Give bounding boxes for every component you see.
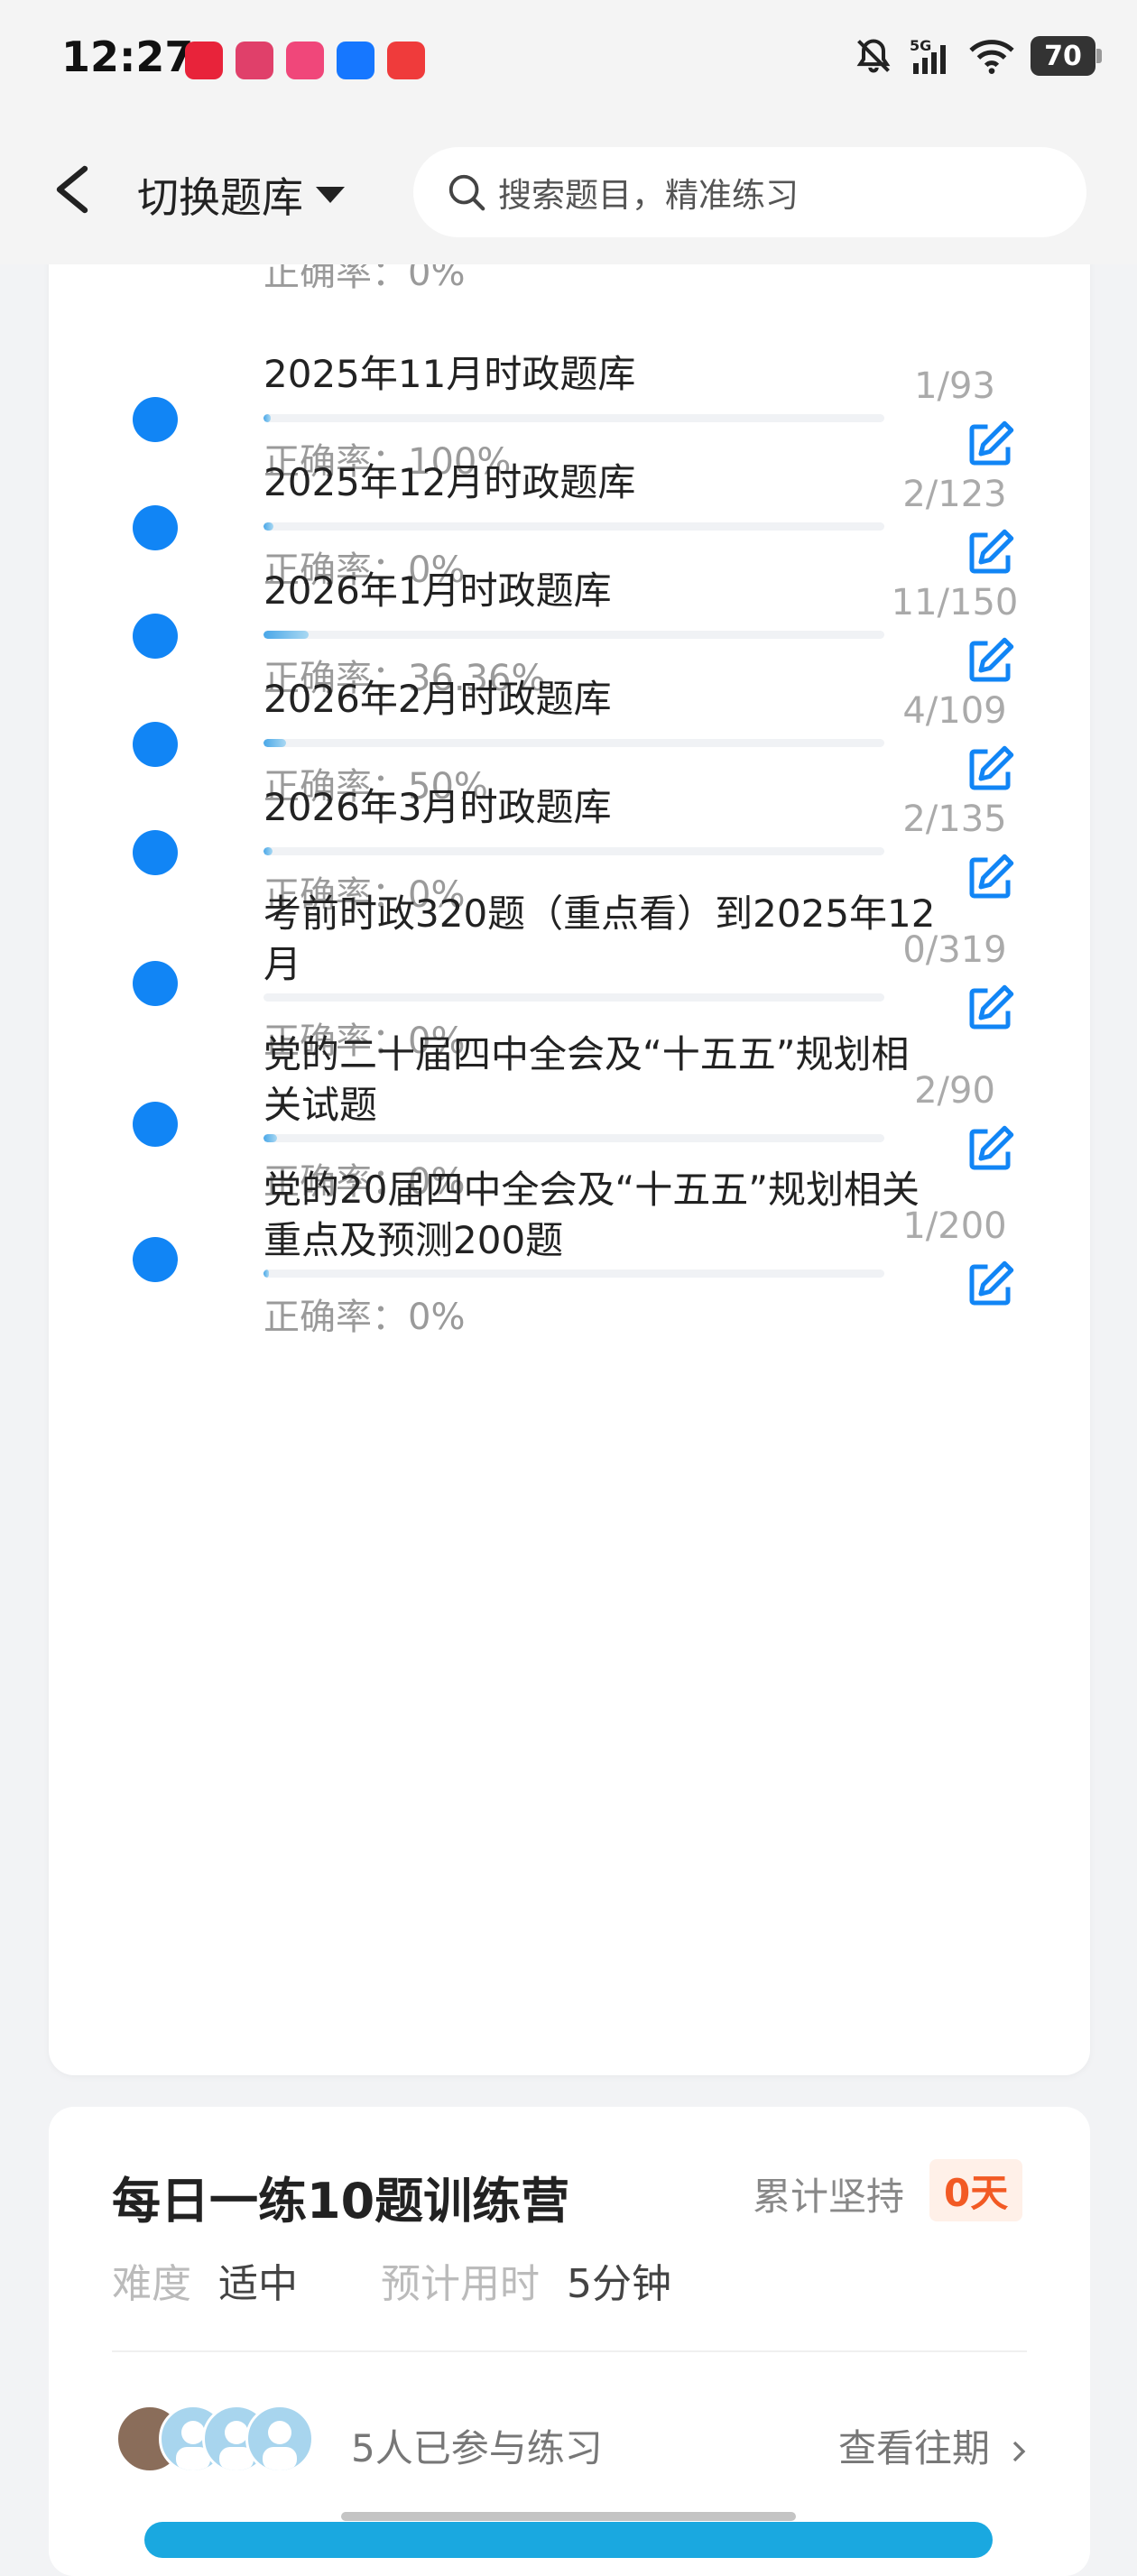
app-notification-icon (236, 42, 273, 79)
participants-count: 5人已参与练习 (351, 2426, 603, 2470)
top-bar: 切换题库 搜索题目，精准练习 (0, 122, 1137, 264)
progress-track (263, 993, 884, 1002)
training-camp-card[interactable]: 每日一练10题训练营 累计坚持 0天 难度 适中 预计用时 5分钟 5人已参与练… (49, 2107, 1090, 2576)
bank-list-item[interactable]: 2026年2月时政题库 正确率：50% 4/109 (49, 663, 1090, 808)
status-dot (133, 397, 178, 442)
progress-track (263, 1134, 884, 1142)
difficulty-value: 适中 (218, 2261, 298, 2307)
app-notification-icon (185, 42, 223, 79)
question-bank-list: 正确率：0% 2025年11月时政题库 正确率：100% 1/93 2025年12月时… (49, 217, 1090, 2075)
progress-fill (263, 847, 273, 855)
battery-indicator: 70 (1031, 36, 1102, 76)
progress-count: 11/150 (891, 582, 1019, 623)
progress-fill (263, 631, 310, 639)
bank-title: 2025年11月时政题库 (263, 352, 636, 396)
progress-fill (263, 739, 287, 747)
caret-down-icon (316, 187, 345, 203)
bank-title: 考前时政320题（重点看）到2025年12月 (263, 891, 936, 986)
app-notification-icon (337, 42, 374, 79)
bank-list-item[interactable]: 考前时政320题（重点看）到2025年12月 正确率：0% 0/319 (49, 880, 1090, 1062)
bank-list-item[interactable]: 2026年1月时政题库 正确率：36.36% 11/150 (49, 555, 1090, 699)
progress-track (263, 522, 884, 531)
notification-icons (185, 42, 425, 79)
search-input[interactable]: 搜索题目，精准练习 (413, 147, 1086, 237)
participant-avatars (116, 2405, 377, 2473)
difficulty-meta: 难度 适中 (112, 2251, 298, 2309)
svg-text:5G: 5G (910, 37, 931, 54)
signal-5g-icon: 5G (910, 37, 946, 74)
bank-list-item[interactable]: 2026年3月时政题库 正确率：0% 2/135 (49, 771, 1090, 916)
progress-count: 2/123 (902, 474, 1007, 515)
persist-days-badge: 0天 (929, 2159, 1023, 2221)
wifi-icon (969, 40, 1014, 74)
progress-track (263, 1270, 884, 1278)
progress-fill (263, 522, 273, 531)
app-notification-icon (286, 42, 324, 79)
status-time: 12:27 (61, 32, 194, 81)
status-dot (133, 722, 178, 767)
bank-title: 2026年3月时政题库 (263, 785, 612, 829)
progress-count: 2/135 (902, 799, 1007, 840)
progress-count: 4/109 (902, 690, 1007, 732)
camp-title: 每日一练10题训练营 (112, 2173, 570, 2230)
progress-fill (263, 1134, 278, 1142)
progress-track (263, 414, 884, 422)
bank-title: 2026年2月时政题库 (263, 677, 612, 721)
difficulty-label: 难度 (112, 2261, 191, 2307)
avatar (245, 2405, 314, 2473)
progress-track (263, 631, 884, 639)
time-value: 5分钟 (567, 2261, 671, 2307)
bank-title: 党的二十届四中全会及“十五五”规划相关试题 (263, 1032, 910, 1127)
edit-icon[interactable] (963, 1258, 1017, 1312)
progress-track (263, 847, 884, 855)
bank-list-item[interactable]: 2025年11月时政题库 正确率：100% 1/93 (49, 338, 1090, 483)
system-icons: 5G 70 (854, 36, 1102, 76)
search-icon (448, 174, 485, 211)
switch-bank-label: 切换题库 (137, 173, 303, 222)
view-history-link[interactable]: 查看往期 (838, 2418, 1029, 2473)
progress-count: 2/90 (914, 1070, 995, 1112)
status-bar: 12:27 5G 70 (0, 0, 1137, 122)
bank-title: 2025年12月时政题库 (263, 460, 636, 504)
progress-track (263, 739, 884, 747)
divider (112, 2350, 1027, 2352)
bank-list-item[interactable]: 党的20届四中全会及“十五五”规划相关重点及预测200题正确率：0% 1/200 (49, 1156, 1090, 1338)
bank-list-item[interactable]: 2025年12月时政题库 正确率：0% 2/123 (49, 447, 1090, 591)
accuracy-text: 正确率：0% (263, 1297, 466, 1338)
status-dot (133, 505, 178, 550)
home-indicator[interactable] (341, 2512, 796, 2521)
app-notification-icon (387, 42, 425, 79)
mute-bell-icon (856, 39, 891, 73)
start-practice-button[interactable] (144, 2522, 993, 2558)
persist-label: 累计坚持 (753, 2174, 905, 2219)
bank-list-item[interactable]: 党的二十届四中全会及“十五五”规划相关试题 正确率：0% 2/90 (49, 1020, 1090, 1203)
search-placeholder: 搜索题目，精准练习 (498, 176, 799, 215)
progress-fill (263, 414, 271, 422)
time-meta: 预计用时 5分钟 (381, 2251, 671, 2309)
time-label: 预计用时 (381, 2261, 540, 2307)
progress-count: 0/319 (902, 929, 1007, 971)
status-dot (133, 1102, 178, 1147)
switch-bank-dropdown[interactable]: 切换题库 (137, 165, 345, 225)
view-history-label: 查看往期 (838, 2426, 991, 2470)
progress-count: 1/200 (902, 1205, 1007, 1247)
status-dot (133, 1237, 178, 1282)
status-dot (133, 830, 178, 875)
progress-count: 1/93 (914, 365, 995, 407)
bank-title: 2026年1月时政题库 (263, 568, 612, 613)
bank-title: 党的20届四中全会及“十五五”规划相关重点及预测200题 (263, 1168, 920, 1262)
chevron-right-icon (1013, 2441, 1026, 2461)
status-dot (133, 961, 178, 1006)
status-dot (133, 614, 178, 659)
back-arrow-icon[interactable] (45, 158, 99, 221)
progress-fill (263, 1270, 269, 1278)
